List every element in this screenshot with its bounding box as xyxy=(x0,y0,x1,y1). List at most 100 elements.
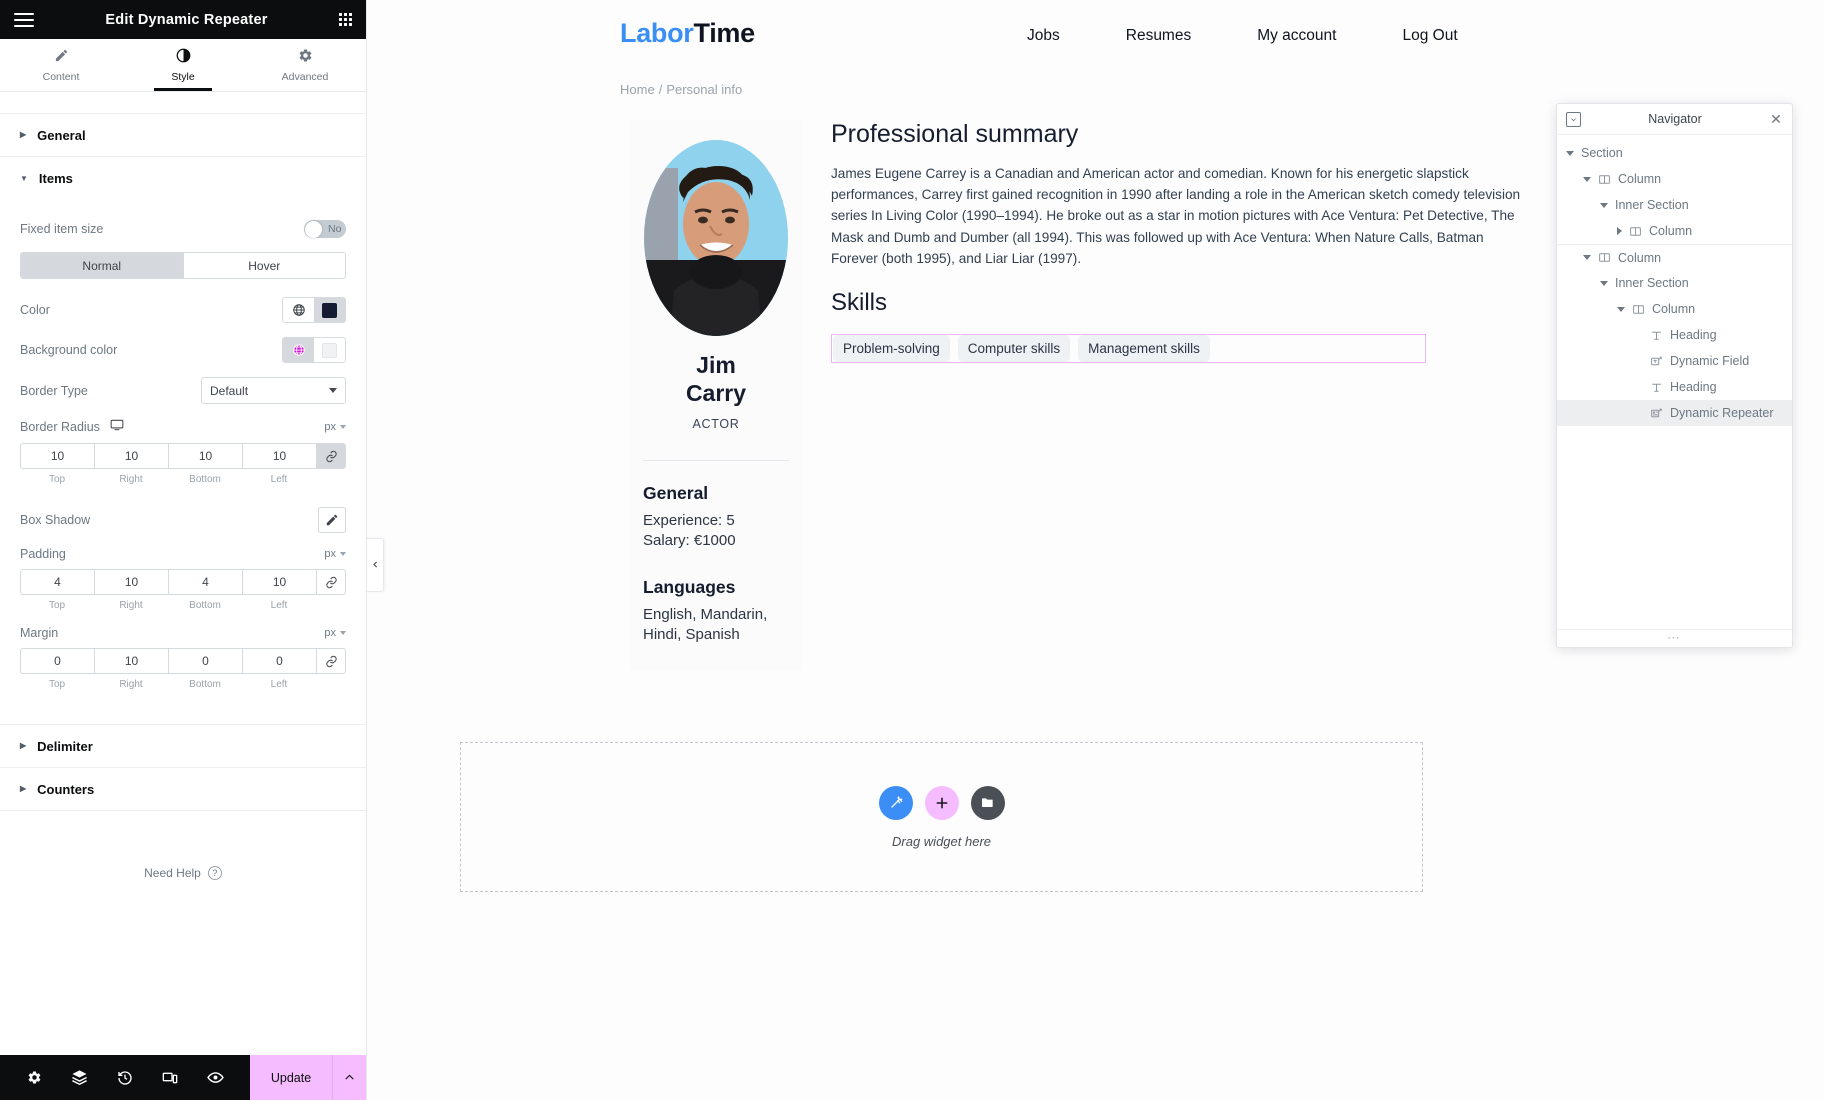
site-logo[interactable]: LaborTime xyxy=(620,18,755,49)
background-color-swatch-button[interactable] xyxy=(314,338,345,362)
border-radius-top-input[interactable] xyxy=(20,443,94,469)
update-button[interactable]: Update xyxy=(250,1055,332,1100)
history-icon[interactable] xyxy=(117,1070,133,1086)
chevron-down-icon[interactable] xyxy=(1617,306,1625,312)
dynamic-repeater-widget[interactable]: Problem-solving Computer skills Manageme… xyxy=(831,334,1426,364)
divider xyxy=(643,460,789,462)
section-counters[interactable]: ▶ Counters xyxy=(0,768,366,811)
dock-icon[interactable] xyxy=(1566,111,1581,127)
border-radius-left-input[interactable] xyxy=(242,443,316,469)
fixed-item-size-toggle[interactable]: No xyxy=(304,220,346,238)
globe-icon[interactable] xyxy=(283,338,314,362)
border-type-value: Default xyxy=(210,383,249,398)
state-tab-normal[interactable]: Normal xyxy=(21,253,183,278)
state-tab-hover[interactable]: Hover xyxy=(182,253,346,278)
nav-item-jobs[interactable]: Jobs xyxy=(1027,27,1060,45)
navigator-panel[interactable]: Navigator ✕ Section Column Inner Section Co… xyxy=(1556,103,1793,648)
chevron-down-icon[interactable] xyxy=(1583,176,1591,182)
border-radius-right-input[interactable] xyxy=(94,443,168,469)
navigator-item-column[interactable]: Column xyxy=(1557,166,1792,192)
resize-dots-icon[interactable]: ⋯ xyxy=(1557,629,1792,647)
chevron-down-icon[interactable] xyxy=(1566,150,1574,156)
salary-line: Salary: €1000 xyxy=(643,532,736,550)
responsive-icon[interactable] xyxy=(162,1070,178,1086)
padding-right-input[interactable] xyxy=(94,569,168,595)
nav-item-my-account[interactable]: My account xyxy=(1257,27,1336,45)
tab-style-label: Style xyxy=(171,70,195,83)
margin-unit[interactable]: px xyxy=(324,627,346,639)
background-color-swatch xyxy=(322,342,337,358)
navigator-item-heading[interactable]: Heading xyxy=(1557,322,1792,348)
nav-item-resumes[interactable]: Resumes xyxy=(1126,27,1191,45)
nav-item-log-out[interactable]: Log Out xyxy=(1402,27,1457,45)
widgets-grid-icon[interactable] xyxy=(339,13,352,26)
hamburger-icon[interactable] xyxy=(14,12,34,27)
margin-bottom-input[interactable] xyxy=(168,648,242,674)
chevron-right-icon[interactable] xyxy=(1617,227,1622,235)
border-type-select[interactable]: Default xyxy=(201,377,346,404)
border-radius-bottom-input[interactable] xyxy=(168,443,242,469)
navigator-item-column[interactable]: Column xyxy=(1557,296,1792,322)
padding-link-icon[interactable] xyxy=(316,569,346,595)
margin-link-icon[interactable] xyxy=(316,648,346,674)
margin-left-input[interactable] xyxy=(242,648,316,674)
navigator-item-inner-section[interactable]: Inner Section xyxy=(1557,270,1792,296)
tab-content-label: Content xyxy=(42,70,80,83)
gear-icon[interactable] xyxy=(27,1070,42,1085)
chevron-down-icon xyxy=(340,552,346,556)
panel-controls-scroll[interactable]: ▶ General ▼ Items Fixed item size No Nor… xyxy=(0,92,366,1055)
color-swatch-button[interactable] xyxy=(314,298,345,322)
navigator-title: Navigator xyxy=(1648,112,1702,126)
side-label-bottom: Bottom xyxy=(189,679,221,690)
box-shadow-edit-button[interactable] xyxy=(318,507,346,533)
section-delimiter[interactable]: ▶ Delimiter xyxy=(0,725,366,768)
desktop-icon[interactable] xyxy=(110,418,124,435)
skill-chip[interactable]: Management skills xyxy=(1078,334,1210,363)
border-radius-unit[interactable]: px xyxy=(324,421,346,433)
navigator-tree[interactable]: Section Column Inner Section Column Column In… xyxy=(1557,135,1792,629)
navigator-item-dynamic-field[interactable]: Dynamic Field xyxy=(1557,348,1792,374)
plus-icon[interactable] xyxy=(924,785,959,820)
layers-icon[interactable] xyxy=(71,1069,88,1086)
color-swatch xyxy=(322,302,337,318)
margin-top-input[interactable] xyxy=(20,648,94,674)
navigator-item-dynamic-repeater[interactable]: Dynamic Repeater xyxy=(1557,400,1792,426)
close-icon[interactable]: ✕ xyxy=(1769,112,1783,126)
chevron-up-icon[interactable] xyxy=(332,1055,366,1100)
drag-widget-dropzone[interactable]: Drag widget here xyxy=(460,742,1423,892)
breadcrumb-home[interactable]: Home xyxy=(620,82,655,97)
chevron-down-icon[interactable] xyxy=(1600,280,1608,286)
navigator-item-inner-section[interactable]: Inner Section xyxy=(1557,192,1792,218)
section-items-label: Items xyxy=(38,171,73,186)
padding-top-input[interactable] xyxy=(20,569,94,595)
navigator-item-column[interactable]: Column xyxy=(1557,244,1792,270)
need-help-link[interactable]: Need Help ? xyxy=(0,866,366,880)
column-icon xyxy=(1598,251,1611,264)
section-general[interactable]: ▶ General xyxy=(0,114,366,157)
navigator-item-heading[interactable]: Heading xyxy=(1557,374,1792,400)
person-name: Jim Carry xyxy=(643,352,789,407)
preview-eye-icon[interactable] xyxy=(206,1069,224,1086)
border-radius-inputs: Top Right Bottom Left xyxy=(20,443,346,485)
panel-collapse-toggle[interactable] xyxy=(367,538,384,592)
margin-right-input[interactable] xyxy=(94,648,168,674)
side-label-left: Left xyxy=(270,474,288,485)
tab-style[interactable]: Style xyxy=(122,39,244,91)
navigator-item-section[interactable]: Section xyxy=(1557,140,1792,166)
skill-chip[interactable]: Computer skills xyxy=(957,334,1071,363)
padding-bottom-input[interactable] xyxy=(168,569,242,595)
chevron-down-icon[interactable] xyxy=(1583,255,1591,260)
globe-icon[interactable] xyxy=(283,298,314,322)
navigator-item-column[interactable]: Column xyxy=(1557,218,1792,244)
magic-wand-icon[interactable] xyxy=(878,785,913,820)
folder-icon[interactable] xyxy=(970,785,1005,820)
section-items[interactable]: ▼ Items xyxy=(0,157,366,200)
skill-chip[interactable]: Problem-solving xyxy=(833,334,950,363)
tab-content[interactable]: Content xyxy=(0,39,122,91)
tab-advanced[interactable]: Advanced xyxy=(244,39,366,91)
padding-unit[interactable]: px xyxy=(324,548,346,560)
padding-inputs: Top Right Bottom Left xyxy=(20,569,346,611)
chevron-down-icon[interactable] xyxy=(1600,202,1608,208)
padding-left-input[interactable] xyxy=(242,569,316,595)
border-radius-link-icon[interactable] xyxy=(316,443,346,469)
